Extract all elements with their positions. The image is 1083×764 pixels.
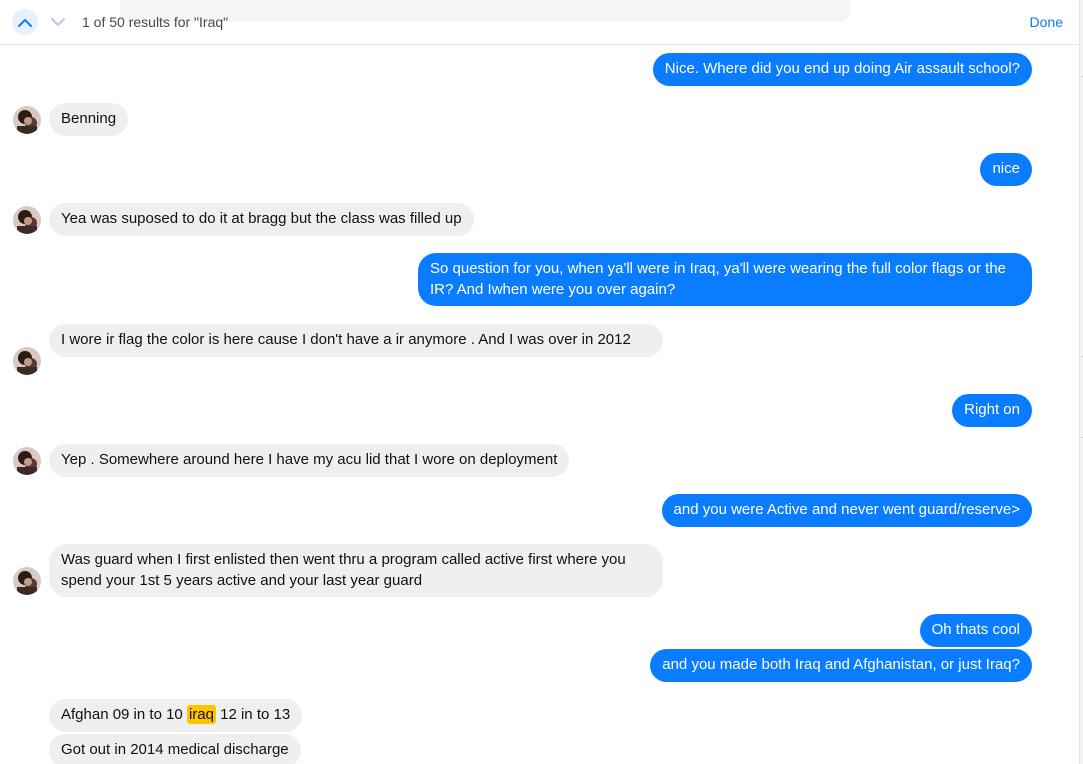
message-text: Yep . Somewhere around here I have my ac… xyxy=(61,451,558,468)
search-results-bar: 1 of 50 results for "Iraq" Done xyxy=(0,0,1079,45)
avatar[interactable] xyxy=(13,347,41,375)
avatar[interactable] xyxy=(13,106,41,134)
search-result-count: 1 of 50 results for "Iraq" xyxy=(82,14,229,30)
message-bubble-incoming[interactable]: Was guard when I first enlisted then wen… xyxy=(49,544,663,597)
message-text: 12 in to 13 xyxy=(215,706,291,723)
done-button[interactable]: Done xyxy=(1030,14,1063,30)
scrollbar-track[interactable] xyxy=(1079,0,1083,764)
message-text: Benning xyxy=(61,110,117,127)
header-backdrop xyxy=(120,0,850,22)
search-match-highlight: iraq xyxy=(186,705,216,724)
message-text: Got out in 2014 medical discharge xyxy=(61,741,289,758)
message-bubble-outgoing[interactable]: Nice. Where did you end up doing Air ass… xyxy=(652,53,1032,86)
message-bubble-incoming[interactable]: I wore ir flag the color is here cause I… xyxy=(49,324,663,357)
message-text: Oh thats cool xyxy=(931,621,1020,638)
message-text: I wore ir flag the color is here cause I… xyxy=(61,331,631,348)
message-bubble-outgoing[interactable]: Right on xyxy=(952,394,1032,427)
chevron-down-icon[interactable] xyxy=(45,9,71,35)
message-text: Yea was suposed to do it at bragg but th… xyxy=(61,210,462,227)
message-bubble-outgoing[interactable]: So question for you, when ya'll were in … xyxy=(418,253,1032,306)
message-bubble-outgoing[interactable]: and you made both Iraq and Afghanistan, … xyxy=(650,649,1032,682)
message-text: So question for you, when ya'll were in … xyxy=(430,260,1007,298)
message-bubble-incoming[interactable]: Yea was suposed to do it at bragg but th… xyxy=(49,203,474,236)
message-text: and you were Active and never went guard… xyxy=(673,501,1020,518)
message-text: and you made both Iraq and Afghanistan, … xyxy=(662,656,1020,673)
messenger-conversation: 1 of 50 results for "Iraq" Done Nice. Wh… xyxy=(0,0,1083,764)
avatar[interactable] xyxy=(13,206,41,234)
chevron-up-icon[interactable] xyxy=(12,9,38,35)
message-bubble-incoming[interactable]: Got out in 2014 medical discharge xyxy=(49,734,301,764)
message-bubble-outgoing[interactable]: Oh thats cool xyxy=(919,614,1032,647)
message-text: Nice. Where did you end up doing Air ass… xyxy=(664,60,1020,77)
message-bubble-incoming[interactable]: Yep . Somewhere around here I have my ac… xyxy=(49,444,570,477)
message-bubble-outgoing[interactable]: nice xyxy=(980,153,1032,186)
message-bubble-incoming[interactable]: Afghan 09 in to 10 iraq 12 in to 13 xyxy=(49,699,303,732)
message-text: nice xyxy=(992,160,1020,177)
message-text: Was guard when I first enlisted then wen… xyxy=(61,551,626,589)
message-bubble-incoming[interactable]: Benning xyxy=(49,103,129,136)
avatar[interactable] xyxy=(13,567,41,595)
avatar[interactable] xyxy=(13,447,41,475)
message-text: Afghan 09 in to 10 xyxy=(61,706,187,723)
message-bubble-outgoing[interactable]: and you were Active and never went guard… xyxy=(661,494,1032,527)
message-text: Right on xyxy=(964,401,1020,418)
